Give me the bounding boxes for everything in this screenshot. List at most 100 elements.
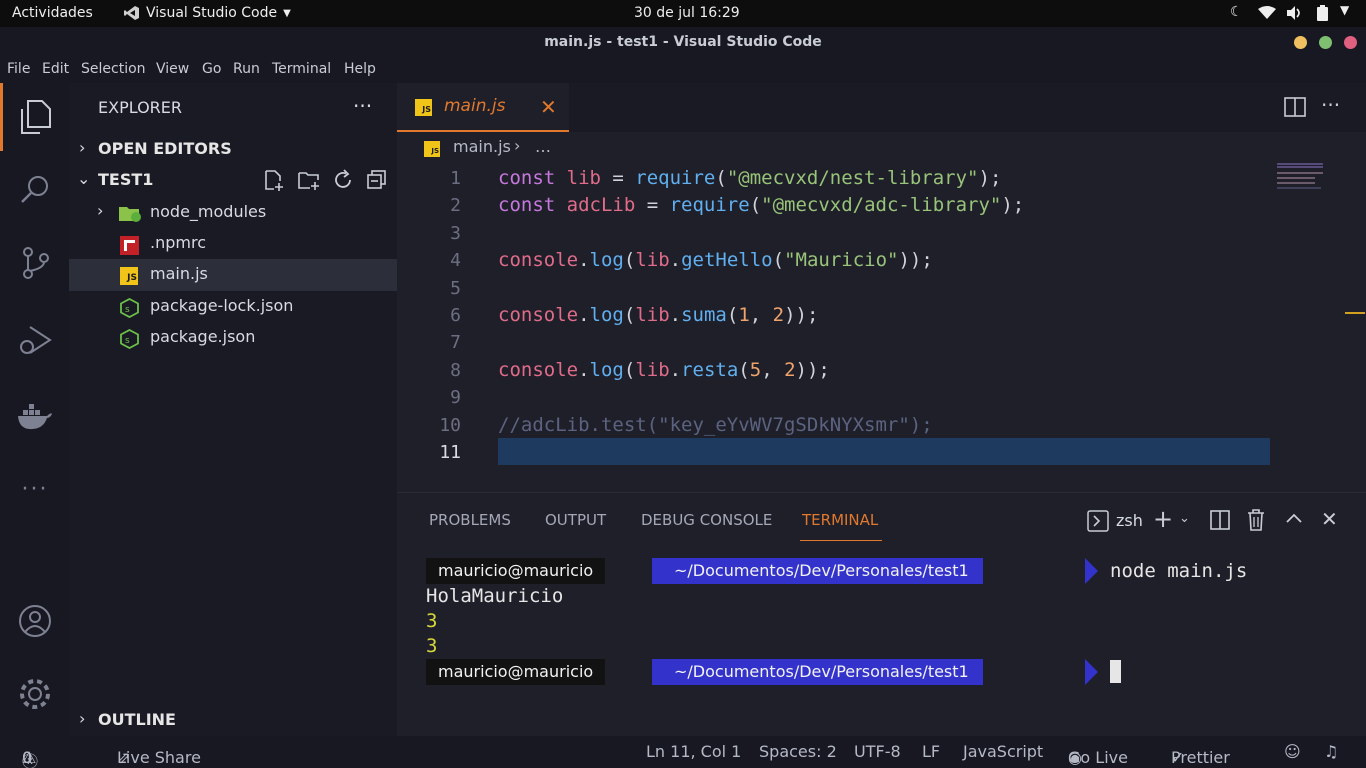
code-token: require: [635, 167, 716, 189]
close-panel-icon[interactable]: ✕: [1321, 507, 1338, 531]
new-file-icon[interactable]: [263, 169, 285, 191]
clock-time: 16:29: [699, 5, 740, 21]
code-token: .: [669, 249, 682, 272]
code-line: console.log(lib.suma(1, 2));: [498, 302, 818, 329]
code-token: (: [623, 304, 636, 326]
code-token: const: [498, 194, 567, 217]
active-tab-underline: [800, 540, 882, 541]
open-editors-section[interactable]: OPEN EDITORS: [98, 139, 232, 158]
tree-item-main-js[interactable]: JS main.js: [69, 259, 397, 291]
maximize-panel-chevron-up-icon[interactable]: [1285, 510, 1303, 528]
prompt-path: ~/Documentos/Dev/Personales/test1: [652, 558, 983, 584]
battery-icon[interactable]: [1317, 5, 1328, 21]
code-token: ,: [761, 358, 785, 381]
system-top-bar: Actividades Visual Studio Code ▼ 30 de j…: [0, 0, 1366, 27]
code-token: 5: [749, 358, 762, 381]
cursor-position[interactable]: Ln 11, Col 1: [646, 742, 741, 761]
terminal-shell-icon[interactable]: [1087, 510, 1109, 532]
menu-run[interactable]: Run: [233, 61, 260, 77]
split-terminal-icon[interactable]: [1210, 510, 1230, 530]
menu-file[interactable]: File: [7, 61, 30, 77]
chevron-right-icon: ›: [97, 201, 104, 220]
split-editor-icon[interactable]: [1284, 97, 1306, 117]
docker-icon[interactable]: [15, 397, 55, 437]
tab-debug-console[interactable]: DEBUG CONSOLE: [641, 511, 772, 529]
close-window-button[interactable]: [1344, 36, 1357, 49]
tree-item-package-json[interactable]: s package.json: [69, 322, 397, 354]
line-number: 4: [450, 250, 461, 272]
more-icon[interactable]: ···: [15, 469, 55, 509]
accounts-icon[interactable]: [15, 601, 55, 641]
settings-gear-icon[interactable]: [15, 674, 55, 714]
app-menu[interactable]: Visual Studio Code ▼: [124, 5, 291, 21]
maximize-button[interactable]: [1319, 36, 1332, 49]
explorer-files-icon[interactable]: [15, 97, 55, 137]
clock[interactable]: 30 de jul 16:29: [634, 5, 740, 21]
explorer-more-icon[interactable]: ···: [353, 94, 372, 118]
new-folder-icon[interactable]: [297, 169, 321, 191]
chevron-right-icon[interactable]: ›: [79, 138, 85, 157]
new-terminal-icon[interactable]: +: [1153, 505, 1173, 533]
minimap[interactable]: [1277, 163, 1337, 189]
close-tab-icon[interactable]: ✕: [540, 95, 557, 119]
code-token: ));: [795, 358, 830, 381]
tab-terminal[interactable]: TERMINAL: [802, 511, 878, 529]
refresh-icon[interactable]: [332, 169, 354, 191]
minimize-button[interactable]: [1294, 36, 1307, 49]
svg-text:s: s: [125, 336, 130, 346]
volume-icon[interactable]: [1287, 6, 1303, 20]
tab-output[interactable]: OUTPUT: [545, 511, 606, 529]
tab-problems[interactable]: PROBLEMS: [429, 511, 511, 529]
file-name: package.json: [150, 327, 256, 346]
workspace-folder-header[interactable]: TEST1: [98, 170, 153, 189]
menu-edit[interactable]: Edit: [42, 61, 69, 77]
end-of-line[interactable]: LF: [922, 742, 940, 761]
clock-date: 30 de jul: [634, 5, 695, 21]
editor-tab-main-js[interactable]: JS main.js ✕: [397, 83, 569, 132]
tree-item-node-modules[interactable]: › node_modules: [69, 197, 397, 229]
night-light-icon[interactable]: ☾: [1230, 4, 1243, 20]
activities-button[interactable]: Actividades: [12, 5, 93, 21]
collapse-all-icon[interactable]: [366, 169, 388, 191]
terminal-output[interactable]: mauricio@mauricio ~/Documentos/Dev/Perso…: [397, 557, 1366, 737]
menu-view[interactable]: View: [156, 61, 189, 77]
code-token: ,: [749, 304, 773, 326]
menu-terminal[interactable]: Terminal: [272, 61, 331, 77]
tree-item-package-lock[interactable]: s package-lock.json: [69, 291, 397, 323]
encoding[interactable]: UTF-8: [854, 742, 901, 761]
terminal-shell-name[interactable]: zsh: [1116, 511, 1143, 530]
language-mode[interactable]: JavaScript: [963, 742, 1043, 761]
chevron-down-icon[interactable]: ⌄: [77, 169, 90, 188]
chevron-right-icon[interactable]: ›: [79, 709, 85, 728]
search-icon[interactable]: [15, 169, 55, 209]
editor-more-icon[interactable]: ···: [1321, 93, 1340, 117]
kill-terminal-trash-icon[interactable]: [1247, 509, 1265, 531]
breadcrumb-more[interactable]: …: [535, 137, 551, 156]
wifi-icon[interactable]: [1258, 6, 1276, 20]
feedback-icon[interactable]: ☺: [1284, 742, 1301, 761]
breadcrumb-separator-icon: ›: [514, 136, 521, 155]
code-line: const lib = require("@mecvxd/nest-librar…: [498, 165, 1001, 192]
system-menu-chevron-icon[interactable]: ▼: [1340, 3, 1349, 17]
vscode-icon: [124, 6, 139, 20]
menu-selection[interactable]: Selection: [81, 61, 146, 77]
code-token: getHello: [681, 249, 773, 272]
menu-help[interactable]: Help: [344, 61, 376, 77]
tree-item-npmrc[interactable]: .npmrc: [69, 229, 397, 261]
breadcrumb-file[interactable]: main.js: [453, 137, 511, 156]
terminal-dropdown-icon[interactable]: ⌄: [1179, 511, 1190, 526]
notifications-bell-icon[interactable]: ♫: [1324, 742, 1338, 761]
bottom-panel: PROBLEMS OUTPUT DEBUG CONSOLE TERMINAL z…: [397, 492, 1366, 736]
prompt-path-arrow: [1085, 659, 1098, 685]
line-number: 10: [439, 414, 461, 436]
terminal-output-line: 3: [426, 610, 438, 632]
indentation[interactable]: Spaces: 2: [759, 742, 837, 761]
menu-bar: File Edit Selection View Go Run Terminal…: [0, 57, 1366, 83]
window-title: main.js - test1 - Visual Studio Code: [544, 34, 822, 50]
line-number: 11: [439, 442, 461, 463]
menu-go[interactable]: Go: [202, 61, 221, 77]
prettier-label: Prettier: [1171, 748, 1230, 767]
run-debug-icon[interactable]: [15, 320, 55, 360]
source-control-icon[interactable]: [15, 243, 55, 283]
outline-section[interactable]: OUTLINE: [98, 710, 176, 729]
